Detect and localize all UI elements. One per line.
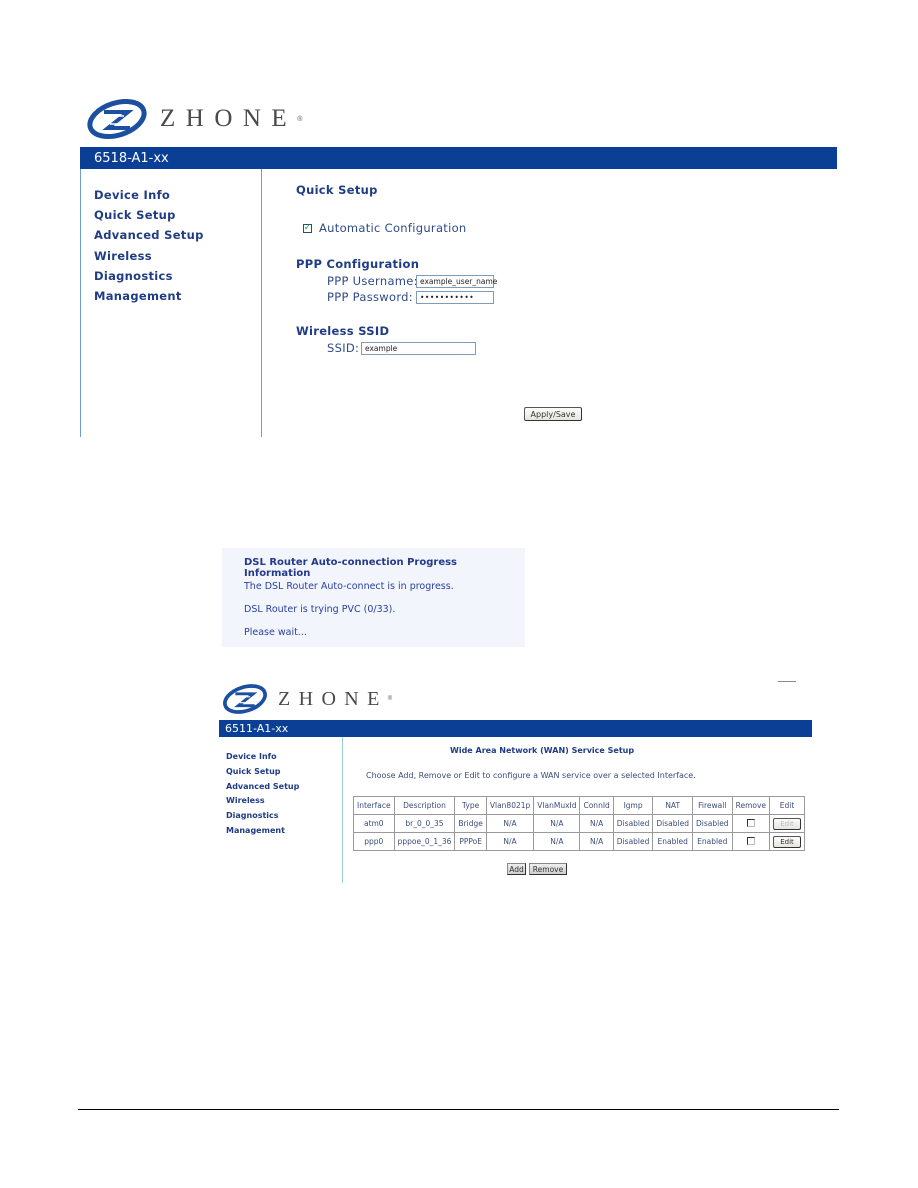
edit-button[interactable]: Edit: [773, 817, 802, 830]
cell-vlan8021p: N/A: [485, 832, 535, 851]
cell-vlanmuxid: N/A: [533, 814, 581, 833]
stray-mark: [778, 681, 796, 682]
registered-mark: ®: [297, 115, 303, 123]
col-type: Type: [454, 796, 487, 815]
cell-type: Bridge: [454, 814, 487, 833]
col-nat: NAT: [652, 796, 693, 815]
cell-firewall: Enabled: [691, 832, 733, 851]
col-interface: Interface: [353, 796, 395, 815]
cell-nat: Enabled: [652, 832, 693, 851]
cell-vlan8021p: N/A: [485, 814, 535, 833]
cell-vlanmuxid: N/A: [533, 832, 581, 851]
auto-config-row: ✓ Automatic Configuration: [303, 221, 467, 235]
col-description: Description: [393, 796, 456, 815]
sidebar-item-quick-setup[interactable]: Quick Setup: [94, 207, 261, 227]
progress-line-wait: Please wait...: [244, 627, 307, 638]
cell-type: PPPoE: [454, 832, 487, 851]
sidebar-item-wireless[interactable]: Wireless: [226, 795, 342, 810]
ppp-config-heading: PPP Configuration: [296, 257, 420, 271]
cell-edit: Edit: [769, 814, 806, 833]
wireless-ssid-heading: Wireless SSID: [296, 324, 390, 338]
zhone-logo: ZHONE ®: [86, 98, 302, 140]
zhone-logo-mark-icon: [87, 98, 147, 140]
col-edit: Edit: [769, 796, 806, 815]
col-remove: Remove: [731, 796, 771, 815]
cell-connid: N/A: [579, 814, 614, 833]
table-header-row: Interface Description Type Vlan8021p Vla…: [353, 796, 806, 815]
wan-services-table: Interface Description Type Vlan8021p Vla…: [353, 796, 806, 851]
sidebar: Device Info Quick Setup Advanced Setup W…: [80, 169, 262, 437]
sidebar-item-device-info[interactable]: Device Info: [94, 187, 261, 207]
table-row: ppp0 pppoe_0_1_36 PPPoE N/A N/A N/A Disa…: [353, 832, 806, 851]
cell-remove: [731, 814, 771, 833]
sidebar-item-wireless[interactable]: Wireless: [94, 248, 261, 268]
remove-checkbox[interactable]: [746, 818, 755, 827]
progress-title: DSL Router Auto-connection Progress Info…: [244, 557, 458, 579]
cell-edit: Edit: [769, 832, 806, 851]
ppp-password-input[interactable]: •••••••••••: [416, 291, 494, 304]
wan-setup-description: Choose Add, Remove or Edit to configure …: [366, 771, 696, 780]
col-vlan8021p: Vlan8021p: [485, 796, 535, 815]
sidebar-item-advanced-setup[interactable]: Advanced Setup: [226, 781, 342, 796]
zhone-logo-mark-icon: [223, 684, 267, 714]
cell-nat: Disabled: [652, 814, 693, 833]
cell-igmp: Disabled: [612, 814, 654, 833]
auto-connection-progress-panel: DSL Router Auto-connection Progress Info…: [222, 548, 525, 647]
sidebar-item-management[interactable]: Management: [94, 288, 261, 308]
footer-divider: [78, 1109, 839, 1110]
progress-line-pvc: DSL Router is trying PVC (0/33).: [244, 604, 396, 615]
ssid-input[interactable]: example: [361, 342, 476, 355]
col-igmp: Igmp: [612, 796, 654, 815]
registered-mark: ®: [387, 696, 393, 702]
add-button[interactable]: Add: [507, 863, 526, 875]
col-connid: ConnId: [579, 796, 614, 815]
zhone-logo: ZHONE ®: [222, 683, 392, 715]
auto-config-label: Automatic Configuration: [319, 221, 467, 235]
model-name: 6511-A1-xx: [225, 722, 289, 735]
sidebar: Device Info Quick Setup Advanced Setup W…: [219, 737, 343, 883]
page-title: Quick Setup: [296, 183, 378, 197]
wan-setup-title: Wide Area Network (WAN) Service Setup: [450, 746, 635, 755]
remove-button[interactable]: Remove: [529, 863, 567, 875]
zhone-logo-text: ZHONE: [160, 105, 298, 132]
cell-remove: [731, 832, 771, 851]
sidebar-item-management[interactable]: Management: [226, 825, 342, 840]
sidebar-item-quick-setup[interactable]: Quick Setup: [226, 766, 342, 781]
ppp-password-label: PPP Password:: [327, 290, 413, 304]
cell-connid: N/A: [579, 832, 614, 851]
cell-description: pppoe_0_1_36: [393, 832, 456, 851]
model-header-bar: 6511-A1-xx: [219, 720, 812, 737]
model-name: 6518-A1-xx: [94, 150, 169, 166]
sidebar-item-device-info[interactable]: Device Info: [226, 751, 342, 766]
cell-igmp: Disabled: [612, 832, 654, 851]
cell-interface: ppp0: [353, 832, 395, 851]
cell-firewall: Disabled: [691, 814, 733, 833]
progress-line-status: The DSL Router Auto-connect is in progre…: [244, 581, 454, 592]
check-icon: ✓: [303, 222, 312, 233]
apply-save-button[interactable]: Apply/Save: [524, 407, 582, 421]
remove-checkbox[interactable]: [746, 836, 755, 845]
ssid-label: SSID:: [327, 341, 360, 355]
sidebar-item-diagnostics[interactable]: Diagnostics: [226, 810, 342, 825]
ppp-username-label: PPP Username:: [327, 274, 418, 288]
cell-interface: atm0: [353, 814, 395, 833]
sidebar-item-advanced-setup[interactable]: Advanced Setup: [94, 227, 261, 247]
table-row: atm0 br_0_0_35 Bridge N/A N/A N/A Disabl…: [353, 814, 806, 833]
auto-config-checkbox[interactable]: ✓: [303, 222, 312, 233]
zhone-logo-text: ZHONE: [278, 687, 388, 710]
sidebar-item-diagnostics[interactable]: Diagnostics: [94, 268, 261, 288]
cell-description: br_0_0_35: [393, 814, 456, 833]
col-firewall: Firewall: [691, 796, 733, 815]
edit-button[interactable]: Edit: [773, 835, 802, 848]
ppp-username-input[interactable]: example_user_name: [416, 275, 497, 288]
quick-setup-panel: Quick Setup ✓ Automatic Configuration PP…: [262, 169, 837, 437]
col-vlanmuxid: VlanMuxId: [533, 796, 581, 815]
model-header-bar: 6518-A1-xx: [80, 147, 837, 169]
